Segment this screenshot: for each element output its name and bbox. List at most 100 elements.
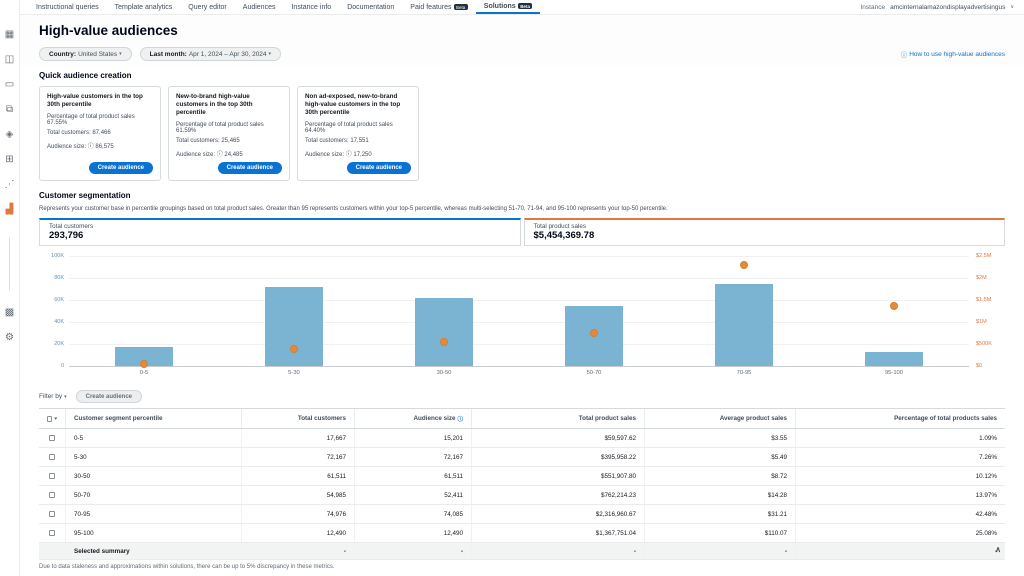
segment-cell: 50-70 [65,486,241,504]
value-cell: 12,490 [241,524,354,542]
card-customers: Total customers: 25,465 [176,138,282,144]
tab-template-analytics[interactable]: Template analytics [107,0,181,14]
filter-by-dropdown[interactable]: Filter by ▾ [39,393,67,400]
x-axis-label: 30-50 [369,370,519,376]
checkbox[interactable] [49,492,55,498]
table-row: 30-5061,51161,511$551,907.80$8.7210.12% [39,467,1005,486]
x-axis-label: 95-100 [819,370,969,376]
row-select-cell[interactable] [39,524,65,542]
checkbox[interactable] [49,473,55,479]
left-axis-tick: 60K [54,297,64,303]
select-all-cell[interactable]: ▾ [39,409,65,428]
column-header-label: Average product sales [720,415,787,422]
tab-paid-features[interactable]: Paid featuresBeta [402,0,476,14]
bar-chart-icon[interactable]: ▟ [6,205,14,215]
metric-label: Total product sales [534,223,996,230]
date-range-filter-chip[interactable]: Last month: Apr 1, 2024 – Apr 30, 2024 ▾ [140,47,281,61]
instance-selector[interactable]: Instance amcinternalamazondisplayadverti… [860,0,1024,14]
value-cell: 72,167 [241,448,354,466]
dashboard-icon[interactable]: ▦ [5,30,14,40]
checkbox[interactable] [49,454,55,460]
row-select-cell[interactable] [39,467,65,485]
sort-caret-icon: ▾ [54,416,57,422]
value-cell: 42.48% [795,505,1005,523]
column-header: Percentage of total products sales [795,409,1005,428]
right-axis-tick: $2.5M [976,253,991,259]
top-navigation: Instructional queriesTemplate analyticsQ… [20,0,1024,15]
value-cell: $1,367,751.04 [471,524,644,542]
grid-icon[interactable]: ▩ [5,308,14,318]
collapse-icon[interactable]: ∧ [995,546,1001,554]
tab-instructional-queries[interactable]: Instructional queries [28,0,107,14]
country-filter-chip[interactable]: Country: United States ▾ [39,47,132,61]
nav-tabs: Instructional queriesTemplate analyticsQ… [28,0,540,14]
card-title: Non ad-exposed, new-to-brand high-value … [305,93,411,117]
value-cell: 10.12% [795,467,1005,485]
left-axis-tick: 0 [61,363,64,369]
column-header-label: Total customers [298,415,346,422]
column-header: Audience sizeⓘ [354,409,471,428]
checkbox[interactable] [49,511,55,517]
value-cell: $551,907.80 [471,467,644,485]
value-cell: 7.26% [795,448,1005,466]
card-title: High-value customers in the top 30th per… [47,93,153,109]
sidebar-divider [9,238,10,290]
value-cell: 72,167 [354,448,471,466]
tab-instance-info[interactable]: Instance info [283,0,339,14]
checkbox[interactable] [49,530,55,536]
tab-query-editor[interactable]: Query editor [180,0,235,14]
card-customers: Total customers: 17,551 [305,138,411,144]
chevron-down-icon: ▾ [119,51,122,57]
right-axis-tick: $0 [976,363,982,369]
create-audience-button[interactable]: Create audience [347,162,411,174]
sales-dot-95-100[interactable] [890,302,898,310]
bar-95-100[interactable] [865,352,923,366]
summary-value: - [644,543,795,559]
card-icon[interactable]: ▭ [5,80,14,90]
create-audience-button-disabled[interactable]: Create audience [76,390,142,403]
bar-5-30[interactable] [265,287,323,366]
tab-audiences[interactable]: Audiences [235,0,284,14]
settings-icon[interactable]: ⚙ [5,333,14,343]
right-axis-tick: $2M [976,275,987,281]
filter-by-label: Filter by [39,393,62,400]
bar-70-95[interactable] [715,284,773,366]
row-select-cell[interactable] [39,505,65,523]
left-axis-tick: 100K [51,253,64,259]
metric-label: Total customers [49,223,511,230]
quick-audience-title: Quick audience creation [39,71,1005,80]
chart-category-group: 0-5 [69,256,219,366]
bar-30-50[interactable] [415,298,473,366]
shield-icon[interactable]: ◈ [6,130,14,140]
page-title: High-value audiences [39,23,1005,38]
chevron-down-icon: ▾ [64,394,67,400]
create-audience-button[interactable]: Create audience [89,162,153,174]
value-cell: $14.28 [644,486,795,504]
value-cell: $59,597.62 [471,429,644,447]
copy-icon[interactable]: ⊞ [5,155,13,165]
info-icon[interactable]: ⓘ [457,415,463,423]
right-axis-tick: $500K [976,341,992,347]
chip-value: Apr 1, 2024 – Apr 30, 2024 [189,51,267,58]
icon-rail: ▦ ◫ ▭ ⧉ ◈ ⊞ ⋰ ▟ ▩ ⚙ [0,0,20,576]
documentation-icon[interactable]: ⧉ [6,105,13,115]
sales-dot-0-5[interactable] [140,360,148,368]
tab-documentation[interactable]: Documentation [339,0,402,14]
x-axis-label: 0-5 [69,370,219,376]
value-cell: $8.72 [644,467,795,485]
audiences-icon[interactable]: ◫ [5,55,14,65]
tab-solutions[interactable]: SolutionsBeta [476,0,541,14]
row-select-cell[interactable] [39,486,65,504]
column-header-label: Percentage of total products sales [894,415,997,422]
row-select-cell[interactable] [39,448,65,466]
chart-category-group: 5-30 [219,256,369,366]
how-to-use-link[interactable]: ⓘ How to use high-value audiences [901,49,1005,59]
flow-icon[interactable]: ⋰ [5,180,15,190]
sales-dot-50-70[interactable] [590,329,598,337]
right-axis-tick: $1M [976,319,987,325]
sales-dot-70-95[interactable] [740,261,748,269]
row-select-cell[interactable] [39,429,65,447]
checkbox[interactable] [49,435,55,441]
checkbox[interactable] [47,416,52,422]
create-audience-button[interactable]: Create audience [218,162,282,174]
